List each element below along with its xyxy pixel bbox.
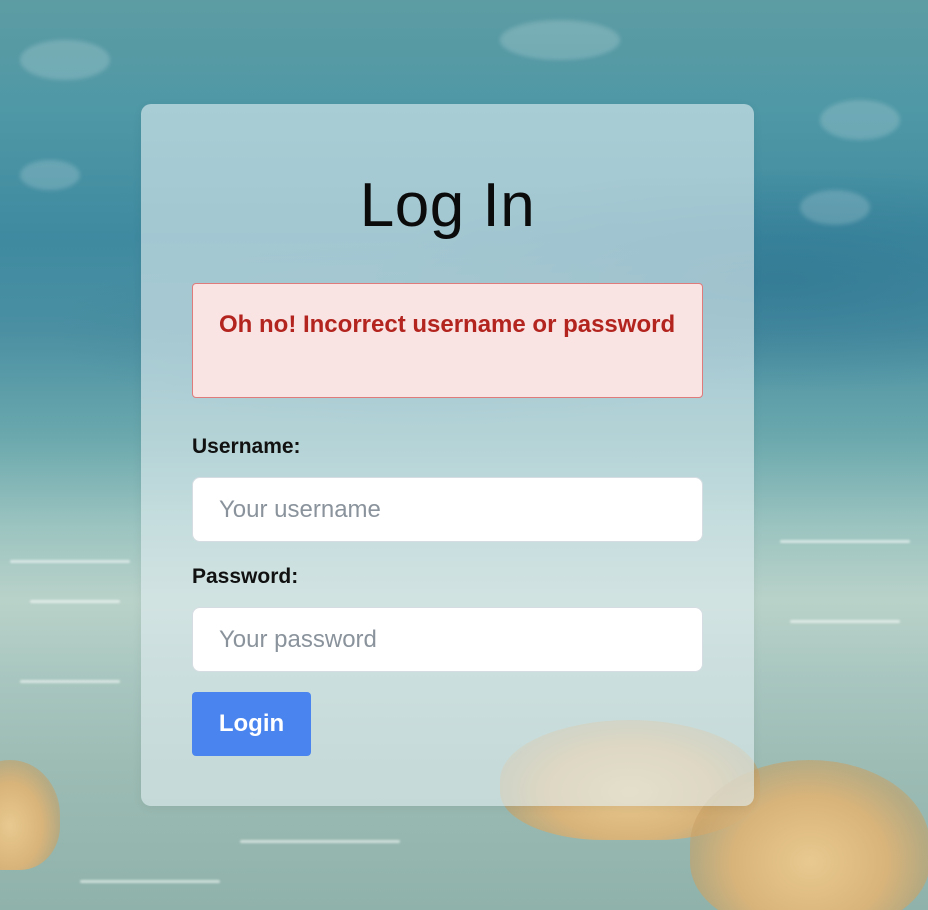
password-input[interactable] [192,607,703,672]
light-caustic [240,840,400,843]
water-ripple [20,160,80,190]
water-ripple [500,20,620,60]
light-caustic [790,620,900,623]
light-caustic [780,540,910,543]
light-caustic [10,560,130,563]
login-button[interactable]: Login [192,692,311,756]
light-caustic [20,680,120,683]
username-label: Username: [192,435,301,458]
login-card: Log In Oh no! Incorrect username or pass… [141,104,754,806]
page-title: Log In [359,171,536,240]
water-ripple [20,40,110,80]
password-label: Password: [192,565,299,588]
water-ripple [800,190,870,225]
username-input[interactable] [192,477,703,542]
error-alert: Oh no! Incorrect username or password [192,283,703,398]
coral [0,760,60,870]
light-caustic [30,600,120,603]
light-caustic [80,880,220,883]
water-ripple [820,100,900,140]
